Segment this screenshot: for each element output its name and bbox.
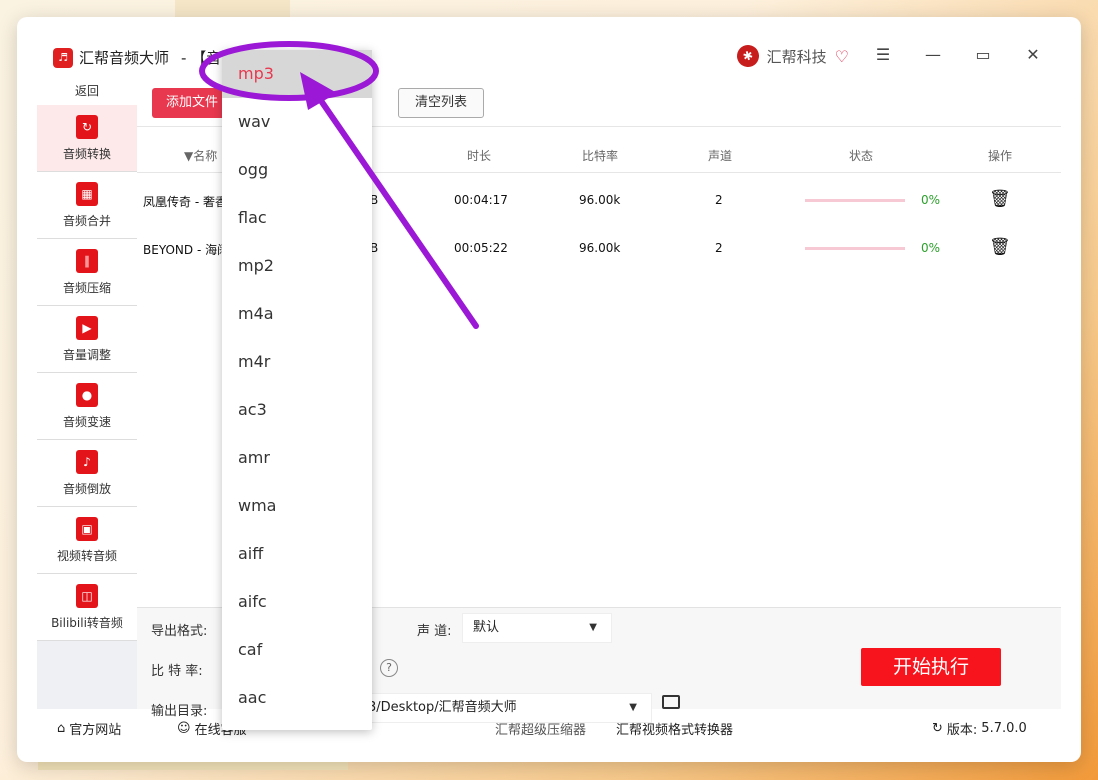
background-strip bbox=[175, 0, 290, 18]
file-name: 凤凰传奇 - 奢香 bbox=[143, 195, 227, 209]
format-option-aifc[interactable]: aifc bbox=[222, 578, 372, 626]
sidebar-item-bilibili[interactable]: ◫ Bilibili转音频 bbox=[37, 574, 137, 641]
sidebar-item-label: 音频倒放 bbox=[62, 481, 111, 496]
format-option-m4a[interactable]: m4a bbox=[222, 290, 372, 338]
sidebar-item-video-to-audio[interactable]: ▣ 视频转音频 bbox=[37, 507, 137, 574]
sidebar-item-label: 音频合并 bbox=[62, 213, 111, 228]
sidebar-item-audio-speed[interactable]: ● 音频变速 bbox=[37, 373, 137, 440]
footer: ⌂ 官方网站 ☺ 在线客服 汇帮超级压缩器 汇帮视频格式转换器 ↻ 版本: 5.… bbox=[37, 709, 1061, 745]
tv-icon: ◫ bbox=[76, 583, 98, 608]
delete-icon[interactable]: 🗑 bbox=[989, 189, 1011, 209]
format-label: 导出格式: bbox=[151, 624, 208, 639]
app-logo-icon: ♬ bbox=[53, 47, 73, 68]
chevron-down-icon: ▼ bbox=[589, 622, 597, 633]
back-button[interactable]: 返回 bbox=[37, 77, 137, 105]
file-duration: 00:05:22 bbox=[454, 241, 508, 255]
website-link[interactable]: ⌂ 官方网站 bbox=[57, 719, 121, 738]
file-duration: 00:04:17 bbox=[454, 193, 508, 207]
format-option-aiff[interactable]: aiff bbox=[222, 530, 372, 578]
heart-icon[interactable]: ♡ bbox=[835, 47, 849, 66]
window-title: ♬ 汇帮音频大师 - 【音 bbox=[53, 47, 221, 68]
app-window: ♬ 汇帮音频大师 - 【音 ✱ 汇帮科技 ♡ ☰ — ▭ ✕ 返回 ↻ 音频转换… bbox=[17, 17, 1081, 762]
brand[interactable]: ✱ 汇帮科技 ♡ bbox=[734, 42, 849, 70]
sidebar-item-label: 视频转音频 bbox=[56, 548, 117, 563]
progress-bar bbox=[805, 199, 905, 202]
progress-percent: 0% bbox=[921, 193, 941, 207]
sidebar: 返回 ↻ 音频转换 ▦ 音频合并 ∥ 音频压缩 ▶ 音量调整 ● 音频变速 ♪ … bbox=[37, 77, 137, 709]
progress-bar bbox=[805, 247, 905, 250]
sidebar-item-audio-convert[interactable]: ↻ 音频转换 bbox=[37, 105, 137, 172]
file-channels: 2 bbox=[715, 241, 723, 255]
maximize-icon[interactable]: ▭ bbox=[968, 45, 998, 64]
format-option-flac[interactable]: flac bbox=[222, 194, 372, 242]
home-icon: ⌂ bbox=[57, 721, 66, 736]
close-icon[interactable]: ✕ bbox=[1018, 45, 1048, 64]
format-option-wav[interactable]: wav bbox=[222, 98, 372, 146]
music-note-icon: ♪ bbox=[76, 449, 98, 474]
file-bitrate: 96.00k bbox=[579, 241, 621, 255]
clear-list-button[interactable]: 清空列表 bbox=[398, 88, 484, 118]
sidebar-item-label: 音频转换 bbox=[62, 146, 111, 161]
file-name: BEYOND - 海阔 bbox=[143, 243, 230, 257]
sidebar-item-label: 音频变速 bbox=[62, 414, 111, 429]
sidebar-item-audio-compress[interactable]: ∥ 音频压缩 bbox=[37, 239, 137, 306]
volume-icon: ▶ bbox=[76, 315, 98, 340]
format-option-ac3[interactable]: ac3 bbox=[222, 386, 372, 434]
version-value: 5.7.0.0 bbox=[981, 721, 1027, 736]
sidebar-item-label: 音频压缩 bbox=[62, 280, 111, 295]
column-channels: 声道 bbox=[708, 149, 733, 163]
column-actions: 操作 bbox=[988, 149, 1013, 163]
format-option-mp2[interactable]: mp2 bbox=[222, 242, 372, 290]
compressor-link[interactable]: 汇帮超级压缩器 bbox=[495, 719, 586, 738]
format-option-ogg[interactable]: ogg bbox=[222, 146, 372, 194]
audio-compress-icon: ∥ bbox=[76, 248, 98, 273]
sidebar-item-audio-reverse[interactable]: ♪ 音频倒放 bbox=[37, 440, 137, 507]
website-label: 官方网站 bbox=[69, 723, 122, 738]
format-option-amr[interactable]: amr bbox=[222, 434, 372, 482]
format-option-caf[interactable]: caf bbox=[222, 626, 372, 674]
start-button[interactable]: 开始执行 bbox=[861, 648, 1001, 686]
column-status: 状态 bbox=[849, 149, 874, 163]
minimize-icon[interactable]: — bbox=[918, 45, 948, 64]
version-label: 版本: bbox=[946, 723, 978, 738]
format-option-m4r[interactable]: m4r bbox=[222, 338, 372, 386]
column-name[interactable]: ▼名称 bbox=[184, 147, 217, 164]
sidebar-item-audio-merge[interactable]: ▦ 音频合并 bbox=[37, 172, 137, 239]
version-info: ↻ 版本: 5.7.0.0 bbox=[932, 719, 1027, 738]
file-bitrate: 96.00k bbox=[579, 193, 621, 207]
help-icon[interactable]: ? bbox=[380, 659, 398, 677]
brand-name: 汇帮科技 bbox=[766, 47, 827, 66]
audio-merge-icon: ▦ bbox=[76, 181, 98, 206]
delete-icon[interactable]: 🗑 bbox=[989, 237, 1011, 257]
app-name: 汇帮音频大师 bbox=[79, 49, 170, 67]
progress-percent: 0% bbox=[921, 241, 941, 255]
format-option-mp3[interactable]: mp3 bbox=[222, 50, 372, 98]
audio-convert-icon: ↻ bbox=[76, 114, 98, 139]
format-option-aac[interactable]: aac bbox=[222, 674, 372, 722]
bitrate-label: 比 特 率: bbox=[151, 664, 203, 679]
file-channels: 2 bbox=[715, 193, 723, 207]
column-bitrate: 比特率 bbox=[582, 149, 619, 163]
film-icon: ▣ bbox=[76, 516, 98, 541]
format-dropdown[interactable]: mp3 wav ogg flac mp2 m4a m4r ac3 amr wma… bbox=[222, 50, 372, 730]
refresh-icon[interactable]: ↻ bbox=[932, 721, 943, 736]
mic-icon: ● bbox=[76, 382, 98, 407]
column-duration: 时长 bbox=[467, 149, 492, 163]
menu-icon[interactable]: ☰ bbox=[868, 45, 898, 64]
format-option-wma[interactable]: wma bbox=[222, 482, 372, 530]
sidebar-item-label: 音量调整 bbox=[62, 347, 111, 362]
channel-label: 声 道: bbox=[417, 624, 452, 639]
folder-icon[interactable] bbox=[662, 695, 680, 709]
sidebar-item-volume[interactable]: ▶ 音量调整 bbox=[37, 306, 137, 373]
title-suffix: - 【音 bbox=[181, 49, 222, 67]
video-converter-link[interactable]: 汇帮视频格式转换器 bbox=[616, 719, 733, 738]
headset-icon: ☺ bbox=[177, 721, 191, 736]
channel-select[interactable]: 默认 ▼ bbox=[462, 613, 612, 643]
brand-logo-icon: ✱ bbox=[734, 42, 762, 70]
sidebar-item-label: Bilibili转音频 bbox=[51, 615, 123, 630]
channel-value: 默认 bbox=[473, 620, 500, 635]
